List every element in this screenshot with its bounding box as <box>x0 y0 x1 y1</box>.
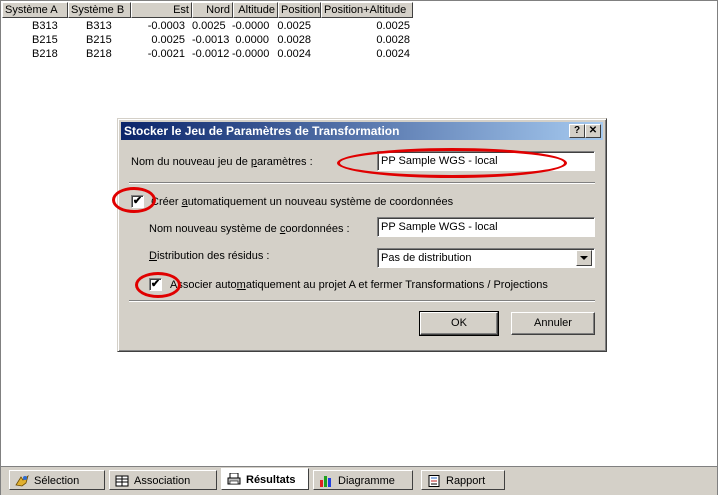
dialog-title-bar[interactable]: Stocker le Jeu de Paramètres de Transfor… <box>121 122 603 140</box>
tab-results[interactable]: Résultats <box>221 468 309 490</box>
divider <box>129 300 595 302</box>
col-header-nord[interactable]: Nord <box>192 2 233 18</box>
table-row[interactable]: B215 B215 0.0025 -0.0013 0.0000 0.0028 0… <box>2 33 417 47</box>
residual-distribution-label: Distribution des résidus : <box>149 250 270 262</box>
cell-est: -0.0003 <box>147 20 185 32</box>
cell-est: -0.0021 <box>147 48 185 60</box>
tab-association[interactable]: Association <box>109 470 217 490</box>
cell-nord: -0.0012 <box>192 48 230 60</box>
tab-diagram[interactable]: Diagramme <box>313 470 413 490</box>
tab-report[interactable]: Rapport <box>421 470 505 490</box>
cancel-button[interactable]: Annuler <box>511 312 595 335</box>
cell-position: 0.0024 <box>277 48 311 60</box>
close-button[interactable]: ✕ <box>585 124 601 138</box>
residual-distribution-value: Pas de distribution <box>381 252 472 264</box>
col-header-position[interactable]: Position <box>278 2 321 18</box>
table-row[interactable]: B218 B218 -0.0021 -0.0012 -0.0000 0.0024… <box>2 47 417 61</box>
table-header: Système A Système B Est Nord Altitude Po… <box>2 2 413 18</box>
table-row[interactable]: B313 B313 -0.0003 0.0025 -0.0000 0.0025 … <box>2 19 417 33</box>
cell-position: 0.0028 <box>277 34 311 46</box>
cell-altitude: -0.0000 <box>232 20 270 32</box>
cell-altitude: -0.0000 <box>232 48 270 60</box>
dialog-title: Stocker le Jeu de Paramètres de Transfor… <box>124 124 400 138</box>
col-header-system-a[interactable]: Système A <box>2 2 68 18</box>
create-coord-system-checkbox[interactable]: ✔ <box>131 195 144 208</box>
cell-system-a: B313 <box>32 20 58 32</box>
col-header-position-altitude[interactable]: Position+Altitude <box>321 2 413 18</box>
col-header-est[interactable]: Est <box>131 2 192 18</box>
associate-project-checkbox[interactable]: ✔ <box>149 278 162 291</box>
col-header-system-b[interactable]: Système B <box>68 2 131 18</box>
cell-nord: -0.0013 <box>192 34 230 46</box>
tab-selection[interactable]: Sélection <box>9 470 105 490</box>
results-table: B313 B313 -0.0003 0.0025 -0.0000 0.0025 … <box>2 19 417 61</box>
cell-system-a: B218 <box>32 48 58 60</box>
associate-project-label: Associer automatiquement au projet A et … <box>170 279 548 291</box>
cell-est: 0.0025 <box>151 34 185 46</box>
report-icon <box>428 475 440 487</box>
param-set-name-input[interactable]: PP Sample WGS - local <box>377 151 595 171</box>
cell-system-a: B215 <box>32 34 58 46</box>
chevron-down-icon[interactable] <box>576 250 592 266</box>
residual-distribution-select[interactable]: Pas de distribution <box>377 248 595 268</box>
cell-position-altitude: 0.0024 <box>376 48 410 60</box>
ok-button[interactable]: OK <box>419 311 499 336</box>
cell-altitude: 0.0000 <box>235 34 269 46</box>
association-icon <box>115 475 129 487</box>
coord-system-name-label: Nom nouveau système de coordonnées : <box>149 223 350 235</box>
cell-system-b: B218 <box>86 48 112 60</box>
selection-icon <box>15 475 29 487</box>
col-header-altitude[interactable]: Altitude <box>233 2 278 18</box>
coord-system-name-input[interactable]: PP Sample WGS - local <box>377 217 595 237</box>
cell-position-altitude: 0.0025 <box>376 20 410 32</box>
divider <box>129 182 595 184</box>
cell-system-b: B215 <box>86 34 112 46</box>
create-coord-system-label: Créer automatiquement un nouveau système… <box>151 196 454 208</box>
diagram-icon <box>320 476 331 487</box>
cell-system-b: B313 <box>86 20 112 32</box>
param-set-name-label: Nom du nouveau jeu de paramètres : <box>131 156 313 168</box>
tab-bar: Sélection Association Résultats Diagramm… <box>1 466 717 495</box>
results-icon <box>227 473 241 485</box>
cell-nord: 0.0025 <box>192 20 226 32</box>
results-window: Système A Système B Est Nord Altitude Po… <box>0 0 718 495</box>
help-button[interactable]: ? <box>569 124 585 138</box>
cell-position-altitude: 0.0028 <box>376 34 410 46</box>
store-parameters-dialog: Stocker le Jeu de Paramètres de Transfor… <box>117 118 607 352</box>
cell-position: 0.0025 <box>277 20 311 32</box>
